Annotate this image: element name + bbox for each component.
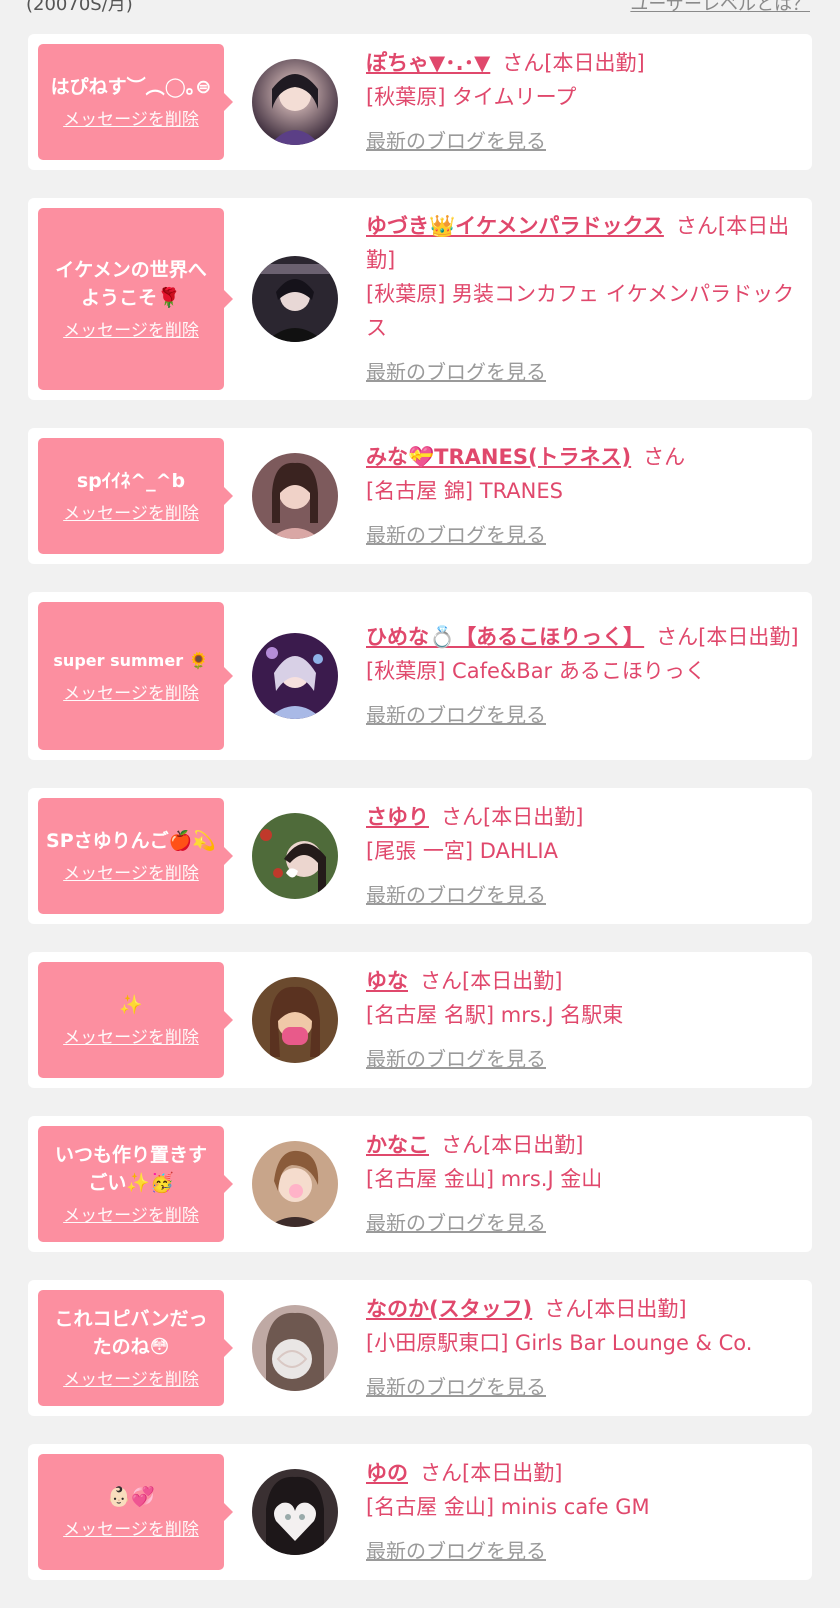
- latest-blog-link[interactable]: 最新のブログを見る: [366, 878, 546, 912]
- message-text: イケメンの世界へようこそ🌹: [55, 259, 207, 309]
- delete-message-link[interactable]: メッセージを削除: [63, 863, 199, 885]
- latest-blog-link[interactable]: 最新のブログを見る: [366, 518, 546, 552]
- cast-name-link[interactable]: ゆの: [366, 1461, 408, 1485]
- user-level-link[interactable]: ユーザーレベルとは？: [630, 0, 810, 16]
- cast-info: ゆづき👑イケメンパラドックス さん[本日出勤] [秋葉原] 男装コンカフェ イケメ…: [366, 209, 802, 389]
- cast-info: なのか(スタッフ) さん[本日出勤] [小田原駅東口] Girls Bar Lou…: [366, 1292, 802, 1404]
- message-text: SPさゆりんご🍎💫: [46, 830, 216, 852]
- message-card: はぴねす︶︵◯｡⊜ メッセージを削除 ぽちゃ▼･.･▼ さん[本日出勤] [秋葉原…: [28, 34, 812, 170]
- avatar[interactable]: [252, 813, 338, 899]
- message-card: spｲｲﾈ^_^b メッセージを削除 みな💝TRANES(トラネス) さん [名古…: [28, 428, 812, 564]
- avatar[interactable]: [252, 256, 338, 342]
- message-list: はぴねす︶︵◯｡⊜ メッセージを削除 ぽちゃ▼･.･▼ さん[本日出勤] [秋葉原…: [28, 34, 812, 1608]
- avatar[interactable]: [252, 453, 338, 539]
- message-card: いつも作り置きすごい✨🥳 メッセージを削除 かなこ さん[本日出勤] [名古屋 金…: [28, 1116, 812, 1252]
- shop-label: [秋葉原] 男装コンカフェ イケメンパラドックス: [366, 282, 795, 340]
- message-bubble: これコピバンだったのね😳 メッセージを削除: [38, 1290, 233, 1406]
- delete-message-link[interactable]: メッセージを削除: [63, 1369, 199, 1391]
- latest-blog-link[interactable]: 最新のブログを見る: [366, 1370, 546, 1404]
- delete-message-link[interactable]: メッセージを削除: [63, 1027, 199, 1049]
- cast-status: さん[本日出勤]: [502, 51, 645, 75]
- message-bubble: イケメンの世界へようこそ🌹 メッセージを削除: [38, 208, 233, 390]
- cast-info: かなこ さん[本日出勤] [名古屋 金山] mrs.J 金山 最新のブログを見る: [366, 1128, 802, 1240]
- delete-message-link[interactable]: メッセージを削除: [63, 503, 199, 525]
- shop-label: [名古屋 金山] minis cafe GM: [366, 1495, 650, 1519]
- cast-info: ぽちゃ▼･.･▼ さん[本日出勤] [秋葉原] タイムリープ 最新のブログを見る: [366, 46, 802, 158]
- cast-name-link[interactable]: かなこ: [366, 1133, 429, 1157]
- message-card: ✨ メッセージを削除 ゆな さん[本日出勤] [名古屋 名駅] mrs.J 名駅東…: [28, 952, 812, 1088]
- cast-status: さん[本日出勤]: [441, 805, 584, 829]
- message-bubble: 👶🏻💞 メッセージを削除: [38, 1454, 233, 1570]
- points-info: (20070S/月): [26, 0, 133, 15]
- shop-label: [秋葉原] タイムリープ: [366, 85, 577, 109]
- delete-message-link[interactable]: メッセージを削除: [63, 320, 199, 342]
- message-text: 👶🏻💞: [107, 1486, 155, 1508]
- message-bubble: super summer 🌻 メッセージを削除: [38, 602, 233, 750]
- cast-info: ゆな さん[本日出勤] [名古屋 名駅] mrs.J 名駅東 最新のブログを見る: [366, 964, 802, 1076]
- latest-blog-link[interactable]: 最新のブログを見る: [366, 124, 546, 158]
- avatar[interactable]: [252, 633, 338, 719]
- cast-name-link[interactable]: ぽちゃ▼･.･▼: [366, 51, 490, 75]
- latest-blog-link[interactable]: 最新のブログを見る: [366, 355, 546, 389]
- cast-info: みな💝TRANES(トラネス) さん [名古屋 錦] TRANES 最新のブログを…: [366, 440, 802, 552]
- message-bubble: いつも作り置きすごい✨🥳 メッセージを削除: [38, 1126, 233, 1242]
- cast-status: さん: [643, 445, 686, 469]
- message-text: super summer 🌻: [53, 651, 209, 670]
- avatar[interactable]: [252, 59, 338, 145]
- shop-label: [名古屋 金山] mrs.J 金山: [366, 1167, 603, 1191]
- avatar[interactable]: [252, 1469, 338, 1555]
- avatar[interactable]: [252, 1305, 338, 1391]
- cast-info: ひめな💍【あるこほりっく】 さん[本日出勤] [秋葉原] Cafe&Bar あるこ…: [366, 620, 802, 732]
- avatar[interactable]: [252, 1141, 338, 1227]
- delete-message-link[interactable]: メッセージを削除: [63, 683, 199, 705]
- cast-name-link[interactable]: なのか(スタッフ): [366, 1297, 532, 1321]
- shop-label: [名古屋 名駅] mrs.J 名駅東: [366, 1003, 624, 1027]
- cast-info: さゆり さん[本日出勤] [尾張 一宮] DAHLIA 最新のブログを見る: [366, 800, 802, 912]
- cast-status: さん[本日出勤]: [420, 1461, 563, 1485]
- cast-name-link[interactable]: ゆづき👑イケメンパラドックス: [366, 214, 664, 238]
- message-text: はぴねす︶︵◯｡⊜: [50, 76, 212, 98]
- message-bubble: SPさゆりんご🍎💫 メッセージを削除: [38, 798, 233, 914]
- avatar[interactable]: [252, 977, 338, 1063]
- cast-name-link[interactable]: みな💝TRANES(トラネス): [366, 445, 631, 469]
- message-bubble: spｲｲﾈ^_^b メッセージを削除: [38, 438, 233, 554]
- cast-name-link[interactable]: ゆな: [366, 969, 408, 993]
- message-card: イケメンの世界へようこそ🌹 メッセージを削除 ゆづき👑イケメンパラドックス さん[…: [28, 198, 812, 400]
- message-bubble: ✨ メッセージを削除: [38, 962, 233, 1078]
- message-text: ✨: [119, 994, 143, 1016]
- latest-blog-link[interactable]: 最新のブログを見る: [366, 1534, 546, 1568]
- top-bar: (20070S/月) ユーザーレベルとは？: [0, 0, 840, 18]
- latest-blog-link[interactable]: 最新のブログを見る: [366, 1042, 546, 1076]
- delete-message-link[interactable]: メッセージを削除: [63, 109, 199, 131]
- shop-label: [名古屋 錦] TRANES: [366, 479, 563, 503]
- latest-blog-link[interactable]: 最新のブログを見る: [366, 698, 546, 732]
- cast-status: さん[本日出勤]: [441, 1133, 584, 1157]
- message-text: これコピバンだったのね😳: [54, 1308, 208, 1358]
- message-text: spｲｲﾈ^_^b: [76, 470, 186, 492]
- message-card: 👶🏻💞 メッセージを削除 ゆの さん[本日出勤] [名古屋 金山] minis c…: [28, 1444, 812, 1580]
- message-text: いつも作り置きすごい✨🥳: [54, 1144, 207, 1194]
- cast-status: さん[本日出勤]: [656, 625, 799, 649]
- message-card: super summer 🌻 メッセージを削除 ひめな💍【あるこほりっく】 さん[…: [28, 592, 812, 760]
- message-bubble: はぴねす︶︵◯｡⊜ メッセージを削除: [38, 44, 233, 160]
- cast-name-link[interactable]: ひめな💍【あるこほりっく】: [366, 625, 644, 649]
- latest-blog-link[interactable]: 最新のブログを見る: [366, 1206, 546, 1240]
- delete-message-link[interactable]: メッセージを削除: [63, 1519, 199, 1541]
- cast-info: ゆの さん[本日出勤] [名古屋 金山] minis cafe GM 最新のブログ…: [366, 1456, 802, 1568]
- cast-status: さん[本日出勤]: [544, 1297, 687, 1321]
- shop-label: [秋葉原] Cafe&Bar あるこほりっく: [366, 659, 706, 683]
- delete-message-link[interactable]: メッセージを削除: [63, 1205, 199, 1227]
- shop-label: [尾張 一宮] DAHLIA: [366, 839, 558, 863]
- shop-label: [小田原駅東口] Girls Bar Lounge & Co.: [366, 1331, 753, 1355]
- message-card: これコピバンだったのね😳 メッセージを削除 なのか(スタッフ) さん[本日出勤] …: [28, 1280, 812, 1416]
- cast-name-link[interactable]: さゆり: [366, 805, 429, 829]
- message-card: SPさゆりんご🍎💫 メッセージを削除 さゆり さん[本日出勤] [尾張 一宮] D…: [28, 788, 812, 924]
- cast-status: さん[本日出勤]: [420, 969, 563, 993]
